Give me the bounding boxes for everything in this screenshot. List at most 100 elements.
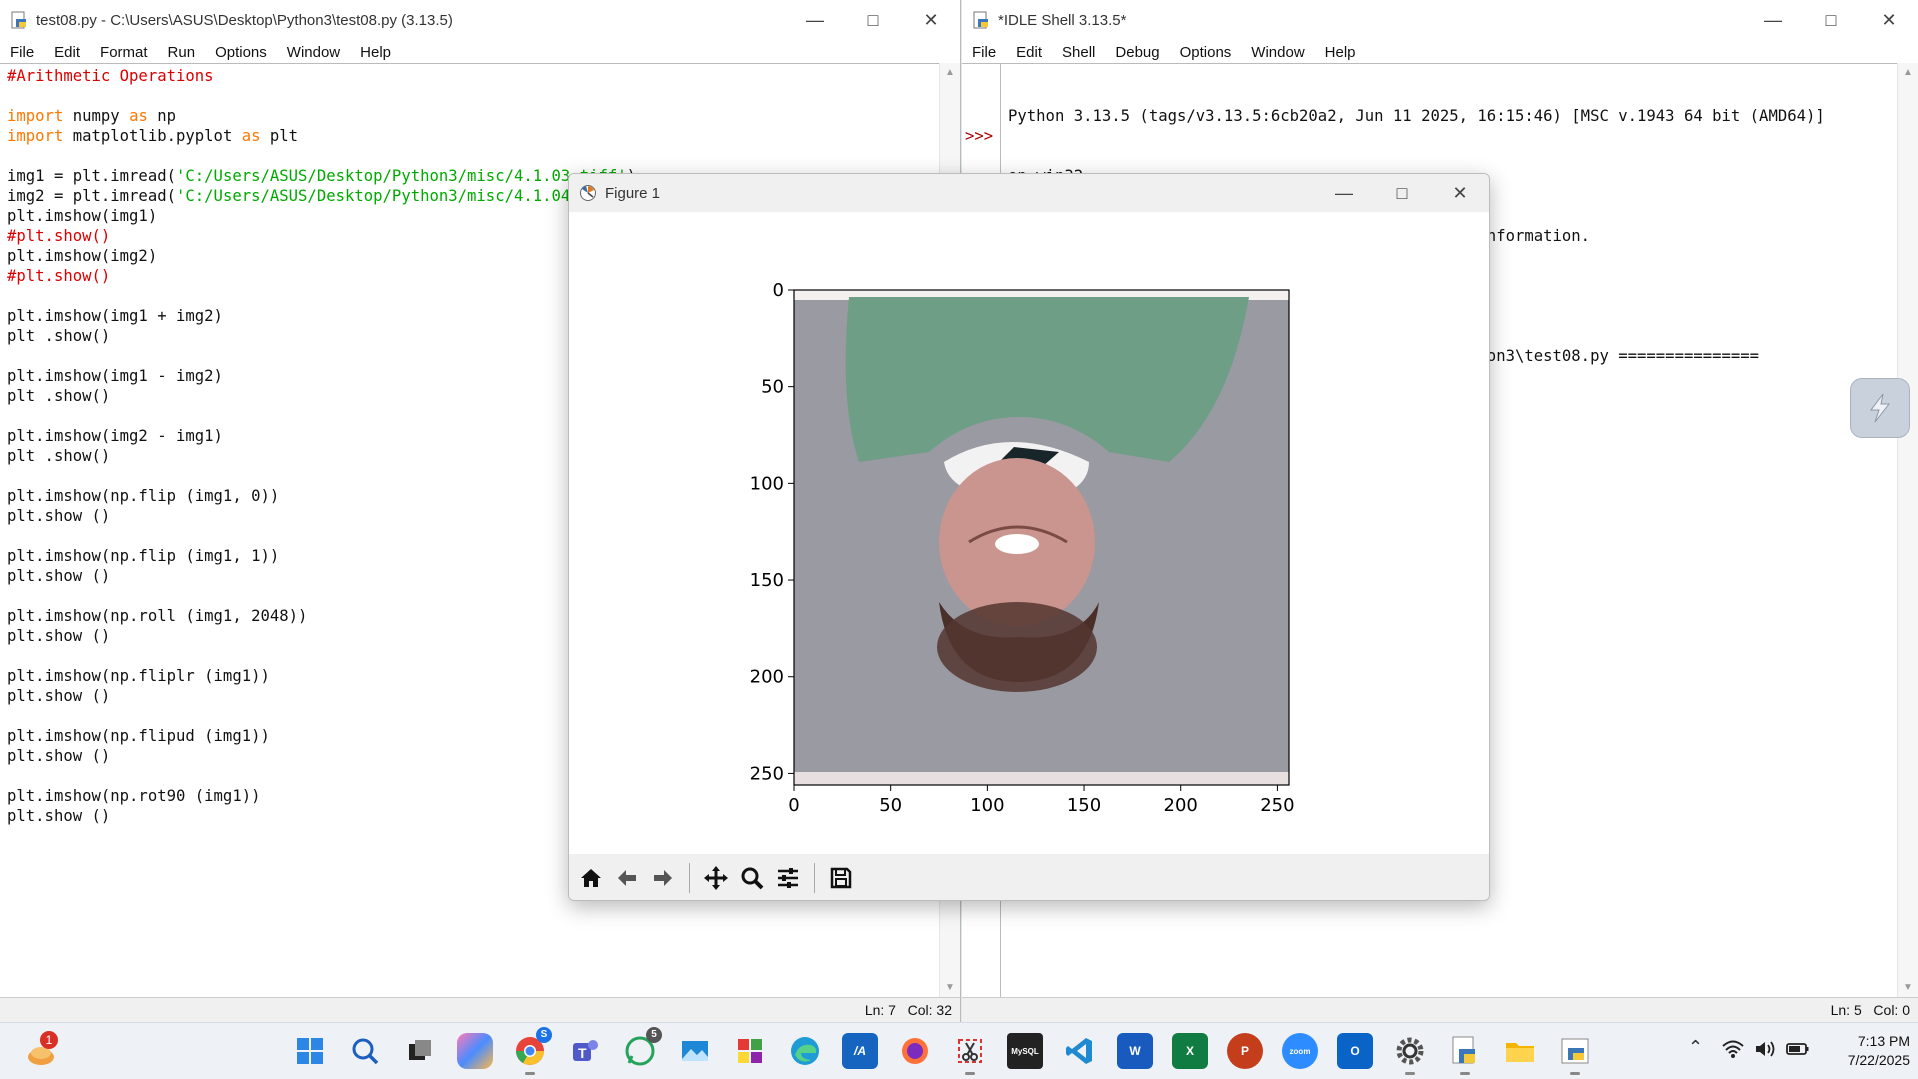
firefox-button[interactable] <box>897 1033 933 1069</box>
menu-help[interactable]: Help <box>1325 44 1356 61</box>
shell-menubar: File Edit Shell Debug Options Window Hel… <box>962 40 1918 64</box>
menu-file[interactable]: File <box>10 44 34 61</box>
back-icon[interactable] <box>611 862 643 894</box>
clock-date: 7/22/2025 <box>1847 1052 1910 1068</box>
y-tick-label: 50 <box>761 377 784 398</box>
menu-help[interactable]: Help <box>360 44 391 61</box>
notification-widget[interactable]: 1 <box>24 1031 58 1069</box>
menu-options[interactable]: Options <box>1180 44 1232 61</box>
system-tray[interactable] <box>1722 1039 1810 1059</box>
zoom-app-button[interactable]: zoom <box>1282 1033 1318 1069</box>
code-token: np <box>147 107 177 125</box>
configure-icon[interactable] <box>772 862 804 894</box>
excel-button[interactable]: X <box>1172 1033 1208 1069</box>
figure-title: Figure 1 <box>605 184 661 202</box>
zoom-app-icon: zoom <box>1289 1046 1311 1056</box>
folder-icon <box>1506 1043 1534 1062</box>
running-indicator <box>1570 1072 1580 1075</box>
search-button[interactable] <box>347 1033 383 1069</box>
tiles-app-button[interactable] <box>732 1033 768 1069</box>
firefox-icon <box>902 1038 928 1064</box>
figure-canvas[interactable]: 0 50 100 150 200 250 0 50 100 150 200 250 <box>569 212 1489 854</box>
x-axis: 0 50 100 150 200 250 <box>788 785 1295 816</box>
menu-options[interactable]: Options <box>215 44 267 61</box>
task-view-icon <box>409 1040 431 1060</box>
code-token: as <box>241 127 261 145</box>
python-shell-button[interactable] <box>1557 1033 1593 1075</box>
menu-shell[interactable]: Shell <box>1062 44 1095 61</box>
shell-scrollbar[interactable]: ▲ ▼ <box>1897 63 1918 997</box>
file-explorer-button[interactable] <box>1502 1033 1538 1069</box>
editor-menubar: File Edit Format Run Options Window Help <box>0 40 960 64</box>
vscode-button[interactable] <box>1062 1033 1098 1069</box>
photos-button[interactable] <box>677 1033 713 1069</box>
menu-edit[interactable]: Edit <box>54 44 80 61</box>
toolbar-separator <box>814 863 815 893</box>
lightning-icon <box>1870 393 1891 423</box>
save-icon[interactable] <box>825 862 857 894</box>
start-button[interactable] <box>292 1033 328 1069</box>
menu-window[interactable]: Window <box>1251 44 1304 61</box>
code-token: plt.show () <box>7 507 111 525</box>
code-token: plt.imshow(np.flip (img1, 1)) <box>7 547 280 565</box>
cursor-position: Ln: 5 Col: 0 <box>1830 1002 1910 1018</box>
minimize-button[interactable]: — <box>786 0 844 40</box>
code-token: plt.show () <box>7 747 111 765</box>
scroll-up-icon[interactable]: ▲ <box>1898 67 1918 78</box>
scroll-down-icon[interactable]: ▼ <box>940 982 960 993</box>
scroll-up-icon[interactable]: ▲ <box>940 67 960 78</box>
code-token: img1 = plt.imread( <box>7 167 176 185</box>
menu-run[interactable]: Run <box>168 44 196 61</box>
code-token: 'C:/Users/ASUS/Desktop/Python3/misc/4.1.… <box>176 187 627 205</box>
copilot-button[interactable] <box>457 1033 493 1069</box>
maximize-button[interactable]: □ <box>1802 0 1860 40</box>
chrome-button[interactable]: S <box>512 1027 552 1075</box>
vector-app-icon: /A <box>854 1044 866 1058</box>
outlook-icon: O <box>1350 1044 1360 1058</box>
python-idle-button[interactable] <box>1447 1033 1483 1075</box>
minimize-button[interactable]: — <box>1315 174 1373 212</box>
edge-button[interactable] <box>787 1033 823 1069</box>
whatsapp-button[interactable]: 5 <box>622 1027 662 1069</box>
settings-button[interactable] <box>1392 1033 1428 1075</box>
home-icon[interactable] <box>575 862 607 894</box>
menu-window[interactable]: Window <box>287 44 340 61</box>
maximize-button[interactable]: □ <box>1373 174 1431 212</box>
close-button[interactable]: ✕ <box>1860 0 1918 40</box>
code-line: import matplotlib.pyplot as plt <box>7 126 939 146</box>
zoom-icon[interactable] <box>736 862 768 894</box>
scroll-down-icon[interactable]: ▼ <box>1898 982 1918 993</box>
word-button[interactable]: W <box>1117 1033 1153 1069</box>
minimize-button[interactable]: — <box>1744 0 1802 40</box>
editor-title: test08.py - C:\Users\ASUS\Desktop\Python… <box>36 11 453 29</box>
y-tick-label: 100 <box>750 473 784 494</box>
menu-debug[interactable]: Debug <box>1115 44 1159 61</box>
menu-edit[interactable]: Edit <box>1016 44 1042 61</box>
teams-button[interactable]: T <box>567 1033 603 1069</box>
forward-icon[interactable] <box>647 862 679 894</box>
mysql-button[interactable]: MySQL <box>1007 1033 1043 1069</box>
floating-widget-icon[interactable] <box>1850 378 1910 438</box>
menu-file[interactable]: File <box>972 44 996 61</box>
outlook-button[interactable]: O <box>1337 1033 1373 1069</box>
shell-statusbar: Ln: 5 Col: 0 <box>962 997 1918 1022</box>
menu-format[interactable]: Format <box>100 44 148 61</box>
task-view-button[interactable] <box>402 1033 438 1069</box>
code-token: 'C:/Users/ASUS/Desktop/Python3/misc/4.1.… <box>176 167 627 185</box>
close-button[interactable]: ✕ <box>1431 174 1489 212</box>
pan-icon[interactable] <box>700 862 732 894</box>
vector-app-button[interactable]: /A <box>842 1033 878 1069</box>
maximize-button[interactable]: □ <box>844 0 902 40</box>
running-indicator <box>1405 1072 1415 1075</box>
powerpoint-icon: P <box>1240 1044 1249 1058</box>
clock[interactable]: 7:13 PM 7/22/2025 <box>1820 1032 1910 1070</box>
powerpoint-button[interactable]: P <box>1227 1033 1263 1069</box>
code-token: #plt.show() <box>7 267 111 285</box>
code-line: #Arithmetic Operations <box>7 66 939 86</box>
close-button[interactable]: ✕ <box>902 0 960 40</box>
show-hidden-icons-button[interactable]: ⌃ <box>1688 1037 1703 1058</box>
windows-icon <box>297 1038 323 1064</box>
shell-line: Python 3.13.5 (tags/v3.13.5:6cb20a2, Jun… <box>1008 107 1825 125</box>
snipping-tool-button[interactable] <box>952 1033 988 1075</box>
